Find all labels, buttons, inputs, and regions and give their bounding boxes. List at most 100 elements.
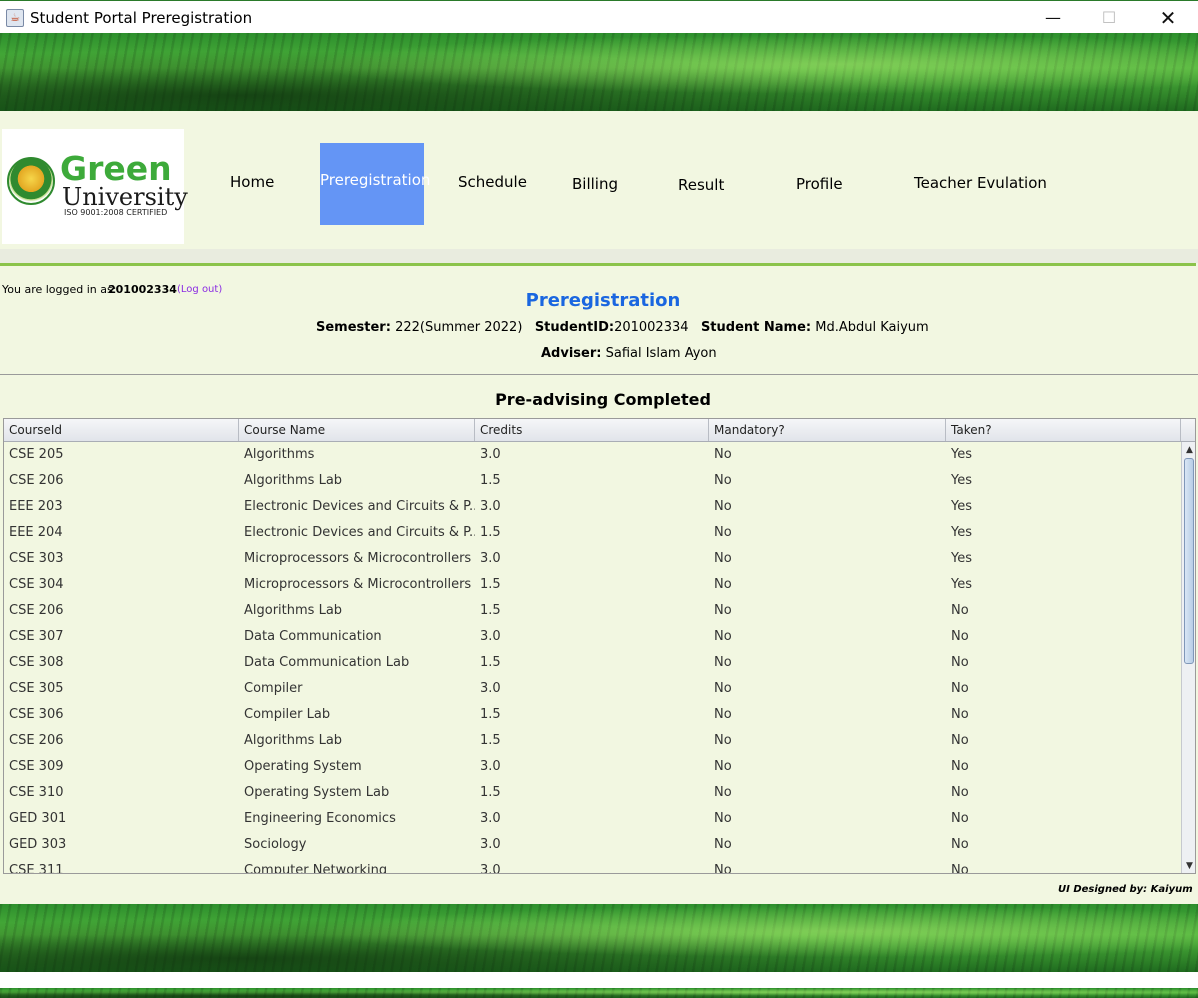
table-cell: No [714, 837, 732, 852]
table-cell: Yes [951, 577, 972, 592]
table-cell: CSE 309 [9, 759, 64, 774]
table-cell: Algorithms Lab [244, 733, 343, 748]
table-cell: CSE 310 [9, 785, 64, 800]
table-cell: Algorithms Lab [244, 473, 343, 488]
nav-schedule[interactable]: Schedule [458, 173, 527, 191]
table-cell: No [714, 759, 732, 774]
nav-profile[interactable]: Profile [796, 175, 843, 193]
table-cell: 3.0 [480, 447, 501, 462]
scrollbar-thumb[interactable] [1184, 458, 1194, 664]
nav-preregistration[interactable]: Preregistration [320, 143, 430, 225]
table-cell: No [714, 629, 732, 644]
table-cell: CSE 206 [9, 603, 64, 618]
course-table: CourseId Course Name Credits Mandatory? … [3, 418, 1196, 874]
adviser-info-line: Adviser: Safial Islam Ayon [541, 346, 717, 361]
table-row[interactable]: EEE 203 Electronic Devices and Circuits &… [4, 494, 1181, 520]
java-icon: ☕ [6, 9, 24, 27]
table-cell: Compiler Lab [244, 707, 331, 722]
table-row[interactable]: CSE 311 Computer Networking 3.0 No No [4, 858, 1181, 874]
table-row[interactable]: CSE 206 Algorithms Lab 1.5 No No [4, 598, 1181, 624]
table-row[interactable]: CSE 206 Algorithms Lab 1.5 No No [4, 728, 1181, 754]
table-row[interactable]: CSE 309 Operating System 3.0 No No [4, 754, 1181, 780]
table-cell: No [714, 863, 732, 874]
table-row[interactable]: CSE 206 Algorithms Lab 1.5 No Yes [4, 468, 1181, 494]
column-header-courseid[interactable]: CourseId [4, 419, 239, 441]
column-header-taken[interactable]: Taken? [946, 419, 1181, 441]
table-cell: No [951, 681, 969, 696]
minimize-button[interactable]: — [1030, 5, 1076, 31]
table-cell: 3.0 [480, 629, 501, 644]
column-header-course-name[interactable]: Course Name [239, 419, 475, 441]
student-name-value: Md.Abdul Kaiyum [815, 320, 929, 335]
table-row[interactable]: GED 301 Engineering Economics 3.0 No No [4, 806, 1181, 832]
table-cell: No [951, 863, 969, 874]
vertical-scrollbar[interactable]: ▲ ▼ [1181, 442, 1195, 873]
table-cell: Microprocessors & Microcontrollers ... [244, 577, 475, 592]
table-cell: CSE 308 [9, 655, 64, 670]
semester-value: 222(Summer 2022) [395, 320, 523, 335]
table-cell: CSE 205 [9, 447, 64, 462]
table-row[interactable]: CSE 306 Compiler Lab 1.5 No No [4, 702, 1181, 728]
page-title: Preregistration [525, 290, 681, 311]
table-cell: CSE 307 [9, 629, 64, 644]
maximize-button[interactable]: ☐ [1086, 5, 1132, 31]
table-cell: Microprocessors & Microcontrollers [244, 551, 472, 566]
student-name-label: Student Name: [700, 320, 812, 335]
table-cell: No [714, 447, 732, 462]
table-cell: 3.0 [480, 811, 501, 826]
table-cell: 1.5 [480, 785, 501, 800]
table-cell: No [714, 707, 732, 722]
table-row[interactable]: CSE 205 Algorithms 3.0 No Yes [4, 442, 1181, 468]
table-cell: Yes [951, 447, 972, 462]
table-row[interactable]: CSE 308 Data Communication Lab 1.5 No No [4, 650, 1181, 676]
table-cell: No [951, 785, 969, 800]
table-cell: No [714, 499, 732, 514]
table-cell: No [714, 551, 732, 566]
table-body: CSE 205 Algorithms 3.0 No Yes CSE 206 Algorith… [4, 442, 1181, 874]
green-divider [0, 263, 1196, 266]
table-row[interactable]: EEE 204 Electronic Devices and Circuits &… [4, 520, 1181, 546]
close-button[interactable]: ✕ [1145, 5, 1191, 31]
window-titlebar: ☕ Student Portal Preregistration — ☐ ✕ [0, 0, 1198, 34]
adviser-label: Adviser: [541, 346, 602, 361]
table-row[interactable]: CSE 310 Operating System Lab 1.5 No No [4, 780, 1181, 806]
column-header-credits[interactable]: Credits [475, 419, 709, 441]
footer-strip [0, 972, 1198, 988]
table-cell: GED 301 [9, 811, 67, 826]
table-row[interactable]: CSE 305 Compiler 3.0 No No [4, 676, 1181, 702]
table-cell: 1.5 [480, 707, 501, 722]
table-row[interactable]: GED 303 Sociology 3.0 No No [4, 832, 1181, 858]
table-cell: CSE 305 [9, 681, 64, 696]
nav-billing[interactable]: Billing [572, 175, 618, 193]
table-cell: Data Communication Lab [244, 655, 410, 670]
table-row[interactable]: CSE 303 Microprocessors & Microcontroller… [4, 546, 1181, 572]
table-cell: CSE 304 [9, 577, 64, 592]
table-cell: CSE 311 [9, 863, 64, 874]
nav-result[interactable]: Result [678, 176, 724, 194]
column-header-mandatory[interactable]: Mandatory? [709, 419, 946, 441]
table-cell: Engineering Economics [244, 811, 396, 826]
semester-label: Semester: [316, 320, 391, 335]
university-logo: Green University ISO 9001:2008 CERTIFIED [2, 129, 188, 244]
table-cell: Operating System [244, 759, 362, 774]
nav-home[interactable]: Home [230, 173, 274, 191]
student-id-value: 201002334 [614, 320, 689, 335]
table-cell: CSE 306 [9, 707, 64, 722]
table-cell: 1.5 [480, 473, 501, 488]
table-cell: 1.5 [480, 655, 501, 670]
table-cell: Data Communication [244, 629, 382, 644]
table-cell: No [951, 603, 969, 618]
table-cell: 3.0 [480, 681, 501, 696]
nav-teacher-evaluation[interactable]: Teacher Evulation [914, 174, 1047, 192]
table-cell: No [714, 733, 732, 748]
table-cell: Algorithms [244, 447, 315, 462]
logo-text-university: University [62, 183, 188, 211]
table-row[interactable]: CSE 307 Data Communication 3.0 No No [4, 624, 1181, 650]
footer-banner-edge [0, 988, 1198, 998]
table-cell: No [714, 785, 732, 800]
table-cell: No [951, 707, 969, 722]
scroll-down-arrow-icon[interactable]: ▼ [1183, 859, 1195, 873]
preadvising-status: Pre-advising Completed [495, 390, 711, 409]
table-row[interactable]: CSE 304 Microprocessors & Microcontroller… [4, 572, 1181, 598]
scroll-up-arrow-icon[interactable]: ▲ [1183, 443, 1195, 457]
